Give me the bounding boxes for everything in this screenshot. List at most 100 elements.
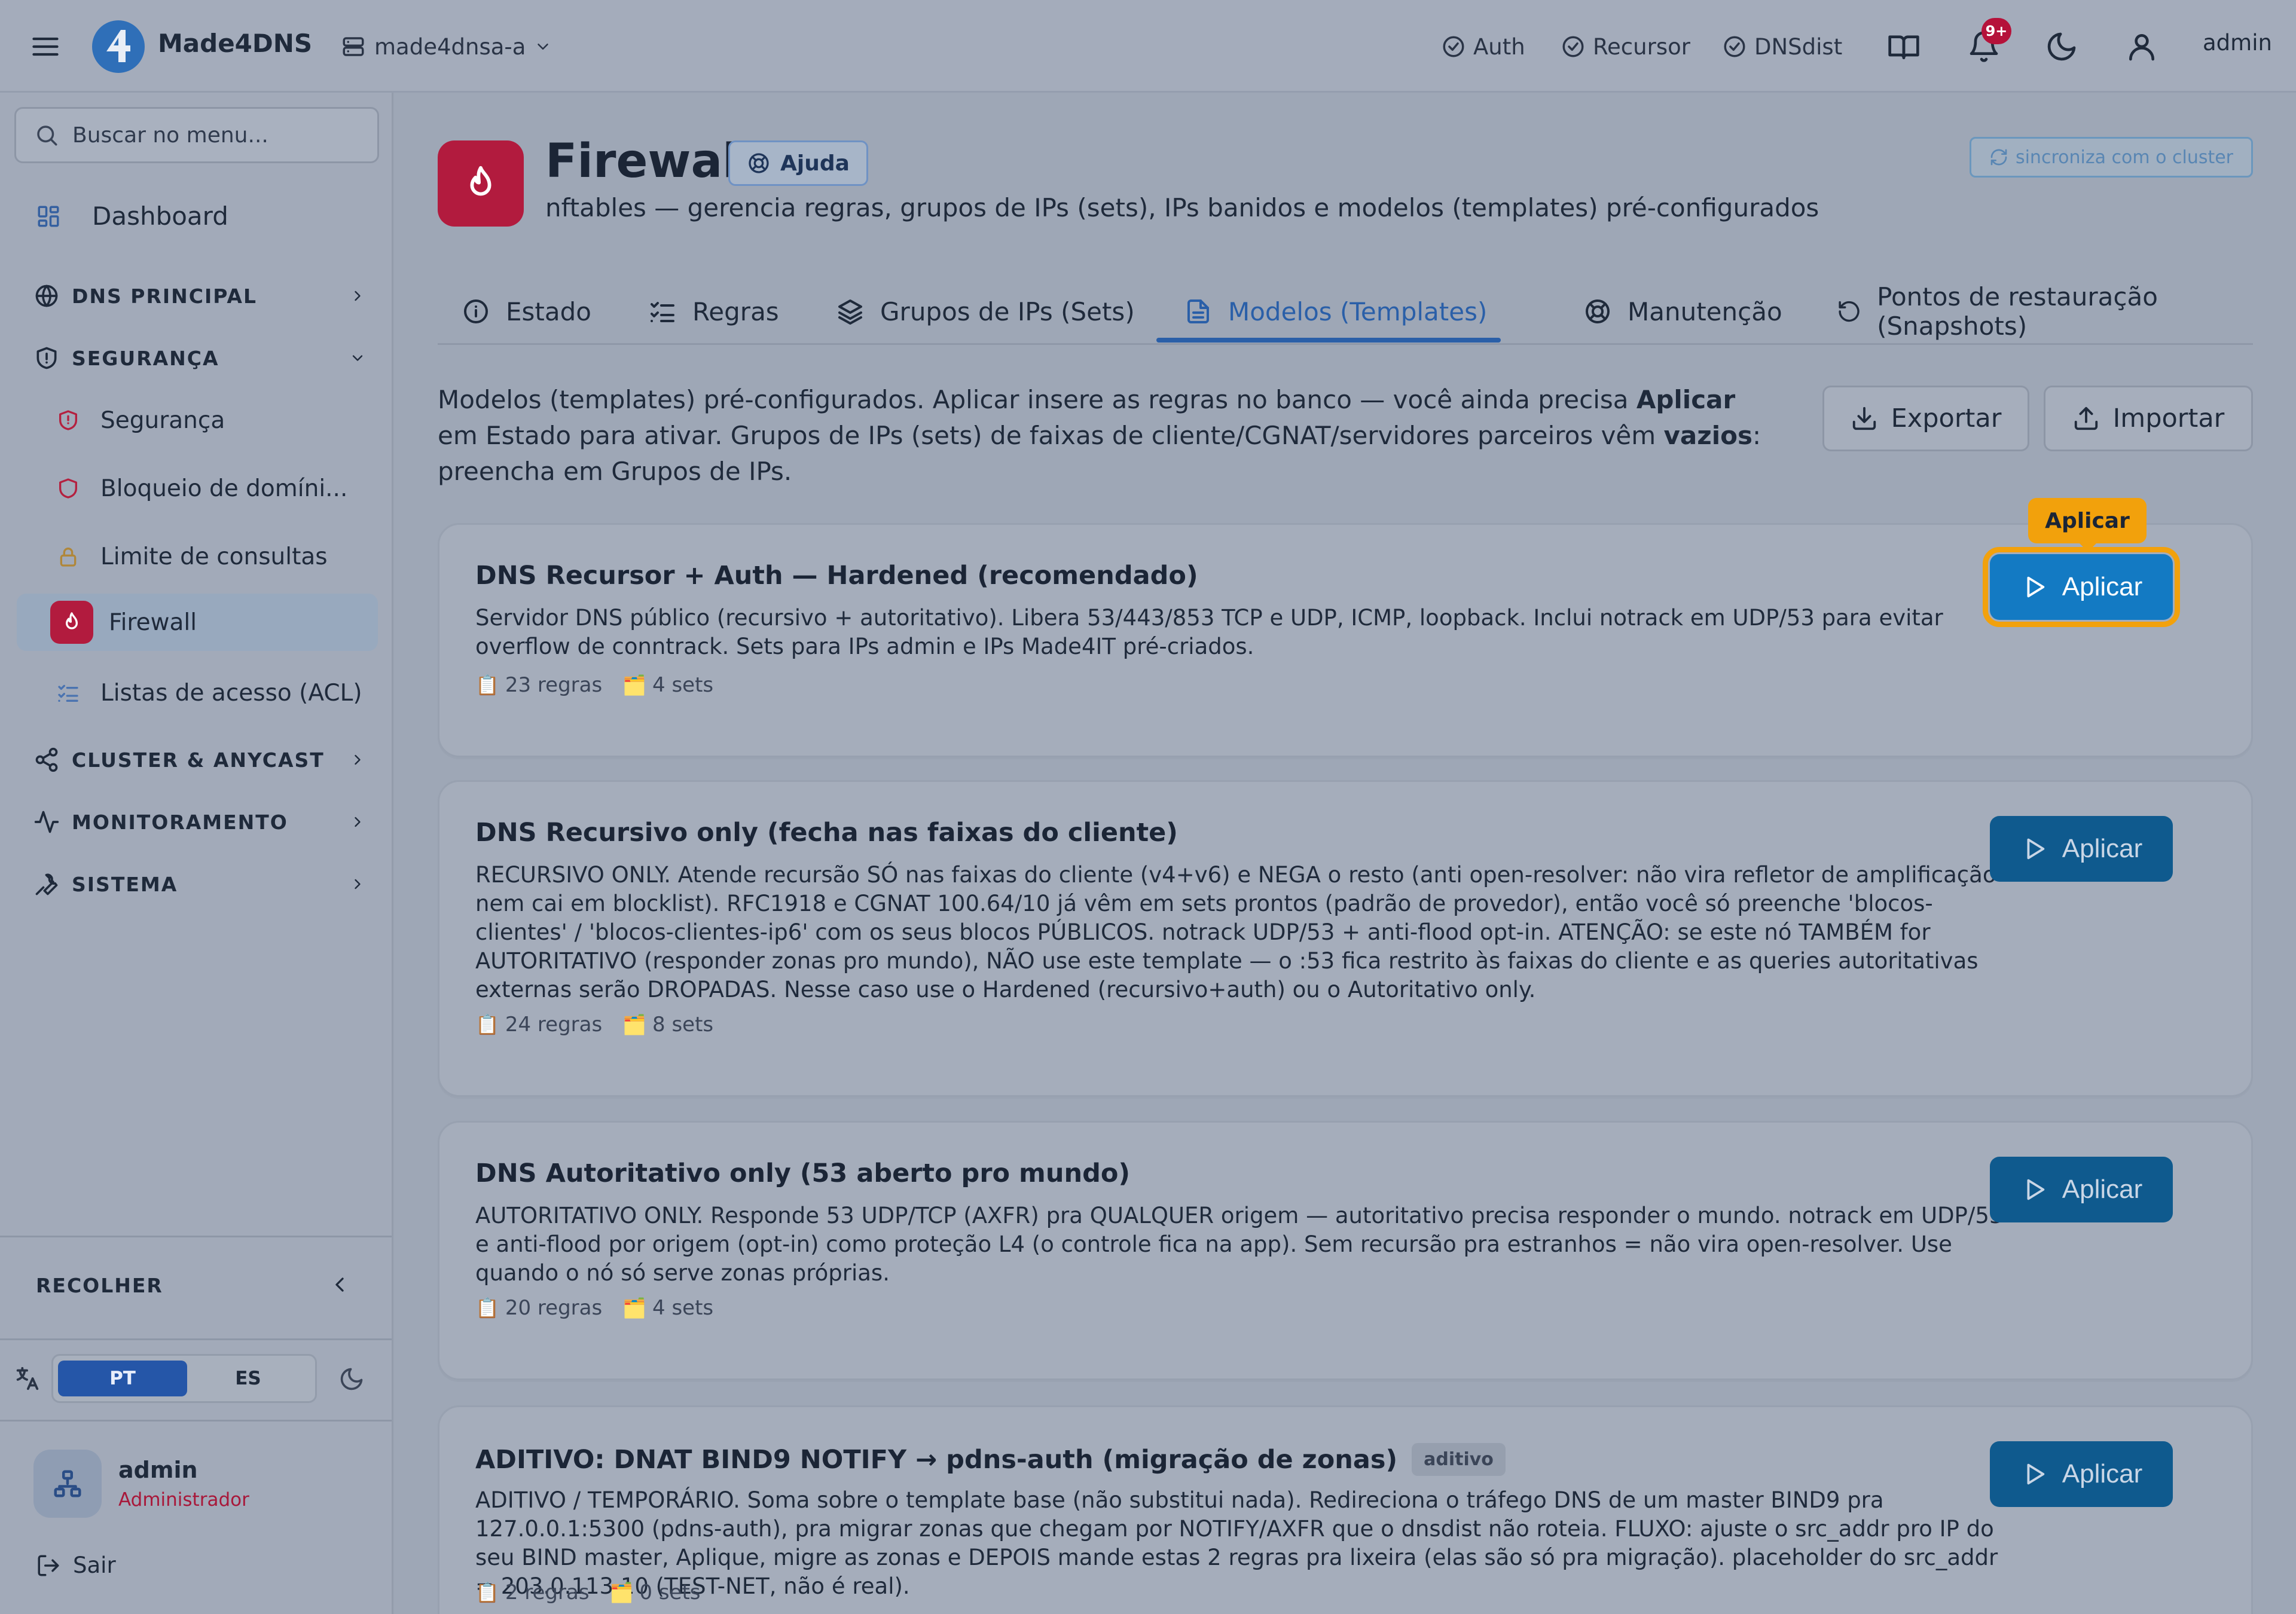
sidebar-section-cluster[interactable]: CLUSTER & ANYCAST	[33, 742, 366, 778]
sidebar-section-dns-principal[interactable]: DNS PRINCIPAL	[33, 278, 366, 314]
import-button[interactable]: Importar	[2044, 386, 2253, 451]
chevron-down-icon	[352, 355, 363, 361]
tab-grupos-ips[interactable]: Grupos de IPs (Sets)	[836, 278, 1135, 345]
tab-label: Modelos (Templates)	[1228, 296, 1488, 326]
sidebar-item-seguranca[interactable]: Segurança	[45, 392, 378, 449]
check-circle-icon	[1443, 36, 1464, 57]
sets-count-label: 4 sets	[652, 673, 714, 697]
tab-estado[interactable]: Estado	[462, 278, 591, 345]
search-input[interactable]	[72, 123, 359, 148]
service-status-recursor[interactable]: Recursor	[1561, 30, 1690, 63]
server-selector[interactable]: made4dnsa-a	[341, 30, 552, 63]
apply-button[interactable]: Aplicar	[1990, 1157, 2173, 1222]
brand-name[interactable]: Made4DNS	[158, 29, 312, 58]
lang-es-button[interactable]: ES	[184, 1361, 313, 1396]
docs-book-icon[interactable]	[1887, 30, 1921, 63]
apply-button[interactable]: Aplicar	[1983, 547, 2180, 627]
clipboard-icon: 📋	[475, 1013, 499, 1036]
list-check-icon	[58, 684, 78, 702]
sets-count: 🗂️ 0 sets	[610, 1581, 701, 1604]
upload-icon	[2074, 406, 2097, 430]
section-label: MONITORAMENTO	[72, 810, 288, 834]
sidebar-section-seguranca[interactable]: SEGURANÇA	[33, 340, 366, 376]
template-card: DNS Autoritativo only (53 aberto pro mun…	[438, 1121, 2253, 1380]
info-icon	[464, 299, 488, 323]
user-icon[interactable]	[2125, 30, 2158, 63]
templates-intro: Modelos (templates) pré-configurados. Ap…	[438, 382, 1765, 490]
check-circle-icon	[1562, 36, 1584, 57]
rules-count-label: 20 regras	[505, 1296, 603, 1320]
layers-icon	[838, 299, 862, 325]
user-menu[interactable]: admin	[2203, 30, 2272, 56]
sync-label: sincroniza com o cluster	[2015, 146, 2234, 168]
template-description: AUTORITATIVO ONLY. Responde 53 UDP/TCP (…	[475, 1203, 2004, 1286]
tab-regras[interactable]: Regras	[648, 278, 779, 345]
page-title: Firewall	[545, 134, 755, 188]
refresh-icon	[1990, 149, 2007, 166]
lock-icon	[60, 548, 77, 567]
tab-label: Estado	[506, 296, 591, 326]
sets-count: 🗂️ 4 sets	[622, 673, 713, 697]
sidebar-item-dashboard[interactable]: Dashboard	[36, 201, 228, 231]
sidebar-item-bloqueio[interactable]: Bloqueio de domíni...	[45, 460, 378, 517]
sidebar-item-acl[interactable]: Listas de acesso (ACL)	[45, 664, 378, 722]
divider	[0, 1236, 392, 1237]
menu-toggle-icon[interactable]	[30, 31, 61, 62]
chevron-right-icon	[355, 817, 361, 827]
template-card: DNS Recursor + Auth — Hardened (recomend…	[438, 523, 2253, 757]
divider	[0, 1420, 392, 1422]
lifebuoy-icon	[1586, 299, 1610, 323]
logout-button[interactable]: Sair	[36, 1552, 116, 1578]
lang-pt-button[interactable]: PT	[58, 1361, 187, 1396]
notification-badge: 9+	[1981, 18, 2011, 44]
sync-cluster-button[interactable]: sincroniza com o cluster	[1970, 137, 2253, 178]
folder-icon: 🗂️	[622, 1013, 647, 1036]
tab-manutencao[interactable]: Manutenção	[1583, 278, 1782, 345]
service-status-dnsdist[interactable]: DNSdist	[1722, 30, 1842, 63]
rules-count: 📋 20 regras	[475, 1296, 602, 1320]
template-title: DNS Recursor + Auth — Hardened (recomend…	[475, 561, 1198, 591]
sidebar-section-monitoramento[interactable]: MONITORAMENTO	[33, 804, 366, 840]
play-icon	[2027, 1463, 2044, 1485]
shield-icon	[59, 478, 77, 499]
sidebar-item-limite[interactable]: Limite de consultas	[45, 528, 378, 585]
user-name: admin	[118, 1457, 198, 1483]
moon-icon[interactable]	[338, 1366, 365, 1392]
tab-bar: Estado Regras Grupos de IPs (Sets) Model…	[438, 278, 2253, 345]
apply-button[interactable]: Aplicar	[1990, 1441, 2173, 1507]
menu-search[interactable]	[14, 107, 379, 163]
network-icon	[54, 1470, 81, 1497]
help-button[interactable]: Ajuda	[728, 140, 868, 186]
chevron-right-icon	[355, 291, 361, 301]
chevron-left-icon[interactable]	[328, 1273, 352, 1297]
template-card: ADITIVO: DNAT BIND9 NOTIFY → pdns-auth (…	[438, 1405, 2253, 1614]
play-icon	[2027, 1179, 2044, 1200]
collapse-label[interactable]: RECOLHER	[36, 1274, 163, 1297]
moon-icon[interactable]	[2045, 30, 2078, 63]
apply-label: Aplicar	[2062, 1459, 2143, 1488]
template-title: DNS Autoritativo only (53 aberto pro mun…	[475, 1158, 1131, 1188]
export-button[interactable]: Exportar	[1822, 386, 2029, 451]
play-icon	[2027, 576, 2044, 598]
service-status-auth[interactable]: Auth	[1441, 30, 1525, 63]
rules-count-label: 2 regras	[505, 1581, 590, 1604]
apply-button[interactable]: Aplicar	[1990, 816, 2173, 882]
help-label: Ajuda	[780, 151, 850, 176]
tab-modelos[interactable]: Modelos (Templates)	[1184, 278, 1487, 345]
sidebar-item-label: Limite de consultas	[100, 543, 328, 570]
template-meta: 📋 2 regras 🗂️ 0 sets	[475, 1581, 701, 1604]
tab-label: Grupos de IPs (Sets)	[880, 296, 1135, 326]
sidebar-item-label: Firewall	[109, 609, 197, 636]
service-label: Auth	[1473, 33, 1525, 60]
template-meta: 📋 20 regras 🗂️ 4 sets	[475, 1296, 713, 1320]
search-icon	[37, 126, 57, 146]
sidebar-item-firewall[interactable]: Firewall	[17, 594, 378, 651]
lifebuoy-icon	[749, 153, 769, 173]
shield-alert-icon	[59, 410, 77, 430]
tab-snapshots[interactable]: Pontos de restauração (Snapshots)	[1837, 278, 2253, 345]
sidebar-section-sistema[interactable]: SISTEMA	[33, 866, 366, 902]
intro-text: Modelos (templates) pré-configurados. Ap…	[438, 385, 1636, 414]
intro-bold: vazios	[1663, 421, 1752, 450]
flame-icon	[50, 601, 93, 644]
clipboard-icon: 📋	[475, 1581, 499, 1604]
